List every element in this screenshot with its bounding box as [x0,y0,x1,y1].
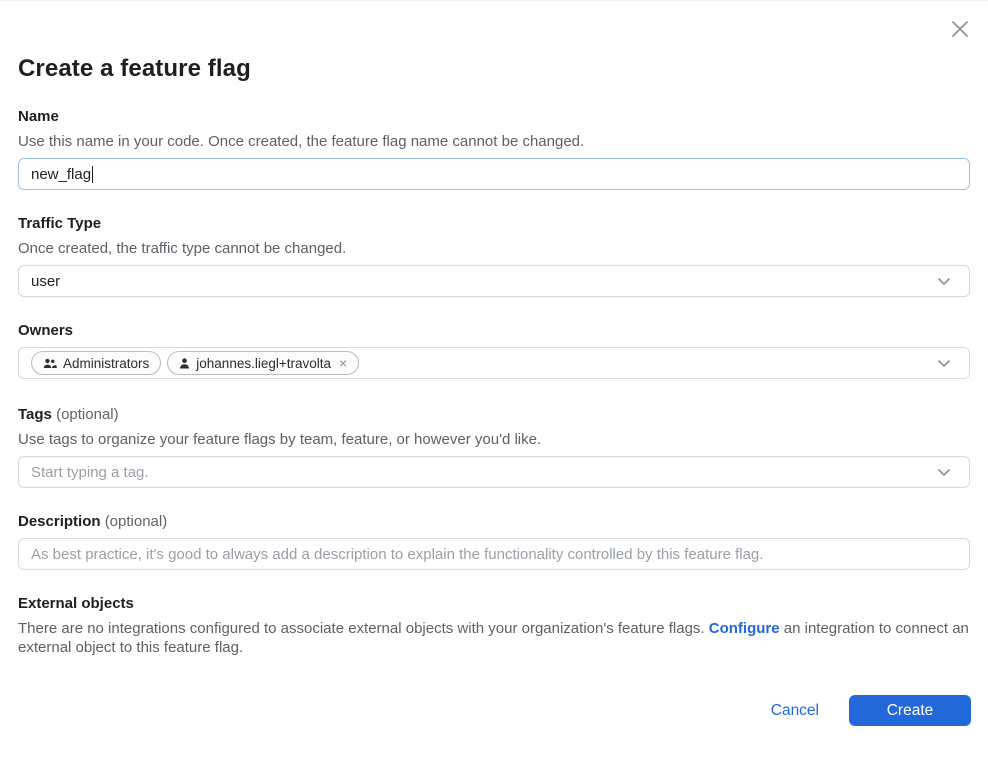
group-icon [43,358,57,369]
tags-label: Tags (optional) [18,406,970,423]
tags-optional-note: (optional) [56,406,119,423]
description-section: Description (optional) [18,513,970,570]
owners-field[interactable]: Administrators johannes.liegl+travolta × [18,347,970,379]
chevron-down-icon [937,468,951,477]
tags-placeholder: Start typing a tag. [31,464,149,481]
close-icon [949,18,971,40]
name-input[interactable]: new_flag [18,158,970,190]
close-button[interactable] [946,15,974,43]
traffic-type-section: Traffic Type Once created, the traffic t… [18,215,970,297]
chevron-down-icon [937,277,951,286]
owner-chip-user[interactable]: johannes.liegl+travolta × [167,351,359,375]
name-input-value: new_flag [31,166,91,183]
dialog-title: Create a feature flag [18,1,970,83]
traffic-type-helper-text: Once created, the traffic type cannot be… [18,240,970,257]
tags-helper-text: Use tags to organize your feature flags … [18,431,970,448]
name-section: Name Use this name in your code. Once cr… [18,108,970,190]
configure-link[interactable]: Configure [709,620,780,637]
owner-chip-label: johannes.liegl+travolta [196,356,331,371]
create-feature-flag-dialog: Create a feature flag Name Use this name… [0,1,988,763]
name-label: Name [18,108,970,125]
tags-label-text: Tags [18,406,52,423]
external-objects-text: There are no integrations configured to … [18,620,970,657]
chevron-down-icon [937,359,951,368]
create-button[interactable]: Create [849,695,971,726]
description-label-text: Description [18,513,101,530]
remove-owner-icon[interactable]: × [339,356,347,370]
external-objects-text-before: There are no integrations configured to … [18,620,709,637]
dialog-footer: Cancel Create [771,695,971,726]
tags-section: Tags (optional) Use tags to organize you… [18,406,970,488]
external-objects-section: External objects There are no integratio… [18,595,970,657]
tags-select[interactable]: Start typing a tag. [18,456,970,488]
cancel-button[interactable]: Cancel [771,702,819,720]
external-objects-label: External objects [18,595,970,612]
owner-chip-administrators[interactable]: Administrators [31,351,161,375]
traffic-type-selected-value: user [31,273,60,290]
traffic-type-select[interactable]: user [18,265,970,297]
name-helper-text: Use this name in your code. Once created… [18,133,970,150]
description-label: Description (optional) [18,513,970,530]
owners-label: Owners [18,322,970,339]
owners-section: Owners Administrators [18,322,970,379]
description-input[interactable] [18,538,970,570]
person-icon [179,358,190,369]
owner-chip-label: Administrators [63,356,149,371]
description-optional-note: (optional) [105,513,168,530]
text-caret [92,166,93,183]
traffic-type-label: Traffic Type [18,215,970,232]
